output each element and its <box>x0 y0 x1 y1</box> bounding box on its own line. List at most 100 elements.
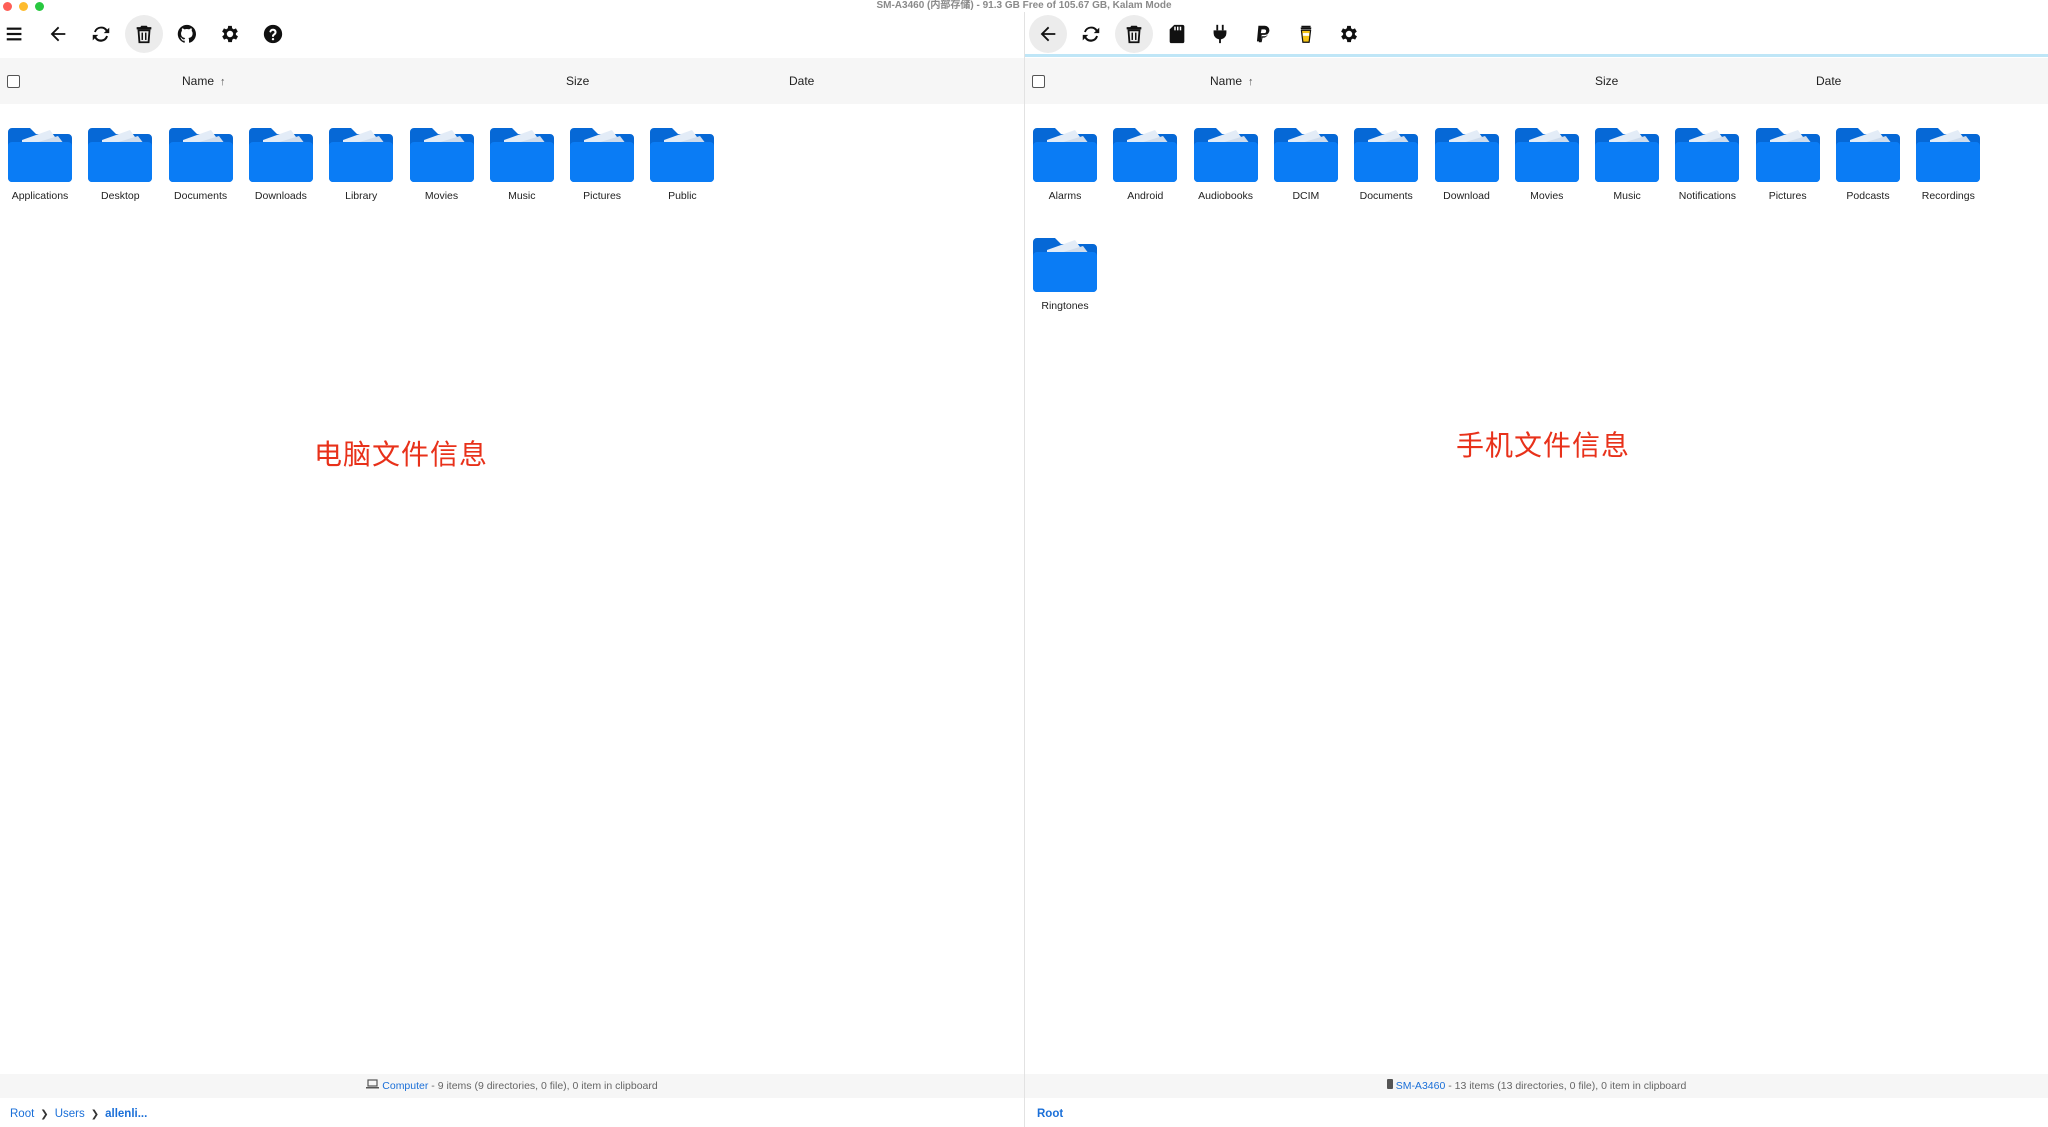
paypal-icon <box>1256 25 1270 43</box>
refresh-button[interactable] <box>1072 15 1110 53</box>
breadcrumb-current[interactable]: allenli... <box>105 1108 147 1120</box>
trash-button[interactable] <box>125 15 163 53</box>
size-column-header[interactable]: Size <box>1595 74 1618 88</box>
name-column-header[interactable]: Name ↑ <box>1210 74 1254 88</box>
folder-name: Public <box>668 190 697 202</box>
back-arrow-icon <box>1040 26 1056 42</box>
minimize-window-button[interactable] <box>19 2 28 11</box>
date-column-header[interactable]: Date <box>1816 74 1841 88</box>
computer-folder-item[interactable]: Pictures <box>562 124 642 202</box>
phone-status-bar: SM-A3460 - 13 items (13 directories, 0 f… <box>1025 1074 2048 1098</box>
computer-folder-item[interactable]: Music <box>482 124 562 202</box>
folder-icon <box>1273 128 1338 182</box>
folder-name: Documents <box>1359 190 1413 202</box>
folder-name: Ringtones <box>1041 300 1089 312</box>
phone-folder-item[interactable]: Podcasts <box>1828 124 1908 202</box>
phone-folder-item[interactable]: Music <box>1587 124 1667 202</box>
loading-progress-bar <box>1025 54 2048 57</box>
size-column-header[interactable]: Size <box>566 74 589 88</box>
phone-pane: Name ↑ Size Date Alarms Android Audiobooks D… <box>1025 12 2048 1127</box>
help-icon <box>263 24 283 44</box>
date-column-header[interactable]: Date <box>789 74 814 88</box>
sort-ascending-icon: ↑ <box>1248 76 1254 88</box>
name-column-header[interactable]: Name ↑ <box>182 74 226 88</box>
folder-icon <box>650 128 715 182</box>
status-device-name[interactable]: Computer <box>382 1080 428 1092</box>
coffee-cup-icon <box>1300 25 1312 43</box>
phone-folder-item[interactable]: Alarms <box>1025 124 1105 202</box>
back-button[interactable] <box>1029 15 1067 53</box>
breadcrumb-chevron-icon: ❯ <box>90 1109 100 1120</box>
folder-icon <box>1916 128 1981 182</box>
phone-folder-item[interactable]: Documents <box>1346 124 1426 202</box>
folder-icon <box>570 128 635 182</box>
folder-name: Documents <box>174 190 228 202</box>
computer-folder-item[interactable]: Movies <box>402 124 482 202</box>
gear-icon <box>222 25 238 43</box>
settings-button[interactable] <box>211 15 249 53</box>
folder-icon <box>489 128 554 182</box>
phone-folder-item[interactable]: DCIM <box>1266 124 1346 202</box>
computer-folder-item[interactable]: Documents <box>161 124 241 202</box>
folder-icon <box>1755 128 1820 182</box>
phone-folder-item[interactable]: Pictures <box>1748 124 1828 202</box>
folder-icon <box>1514 128 1579 182</box>
menu-button[interactable] <box>0 15 34 53</box>
select-all-checkbox[interactable] <box>7 75 20 88</box>
folder-name: Music <box>508 190 536 202</box>
breadcrumb-root[interactable]: Root <box>10 1108 34 1120</box>
folder-icon <box>1595 128 1660 182</box>
back-button[interactable] <box>39 15 77 53</box>
github-button[interactable] <box>168 15 206 53</box>
folder-name: Alarms <box>1048 190 1082 202</box>
maximize-window-button[interactable] <box>35 2 44 11</box>
folder-icon <box>1434 128 1499 182</box>
phone-folder-item[interactable]: Notifications <box>1667 124 1747 202</box>
phone-icon <box>1386 1074 1393 1098</box>
folder-name: Movies <box>1530 190 1564 202</box>
computer-folder-item[interactable]: Library <box>321 124 401 202</box>
folder-icon <box>168 128 233 182</box>
select-all-checkbox[interactable] <box>1032 75 1045 88</box>
connect-button[interactable] <box>1201 15 1239 53</box>
folder-icon <box>1675 128 1740 182</box>
computer-folder-item[interactable]: Downloads <box>241 124 321 202</box>
help-button[interactable] <box>254 15 292 53</box>
phone-folder-item[interactable]: Audiobooks <box>1186 124 1266 202</box>
breadcrumb-root[interactable]: Root <box>1037 1108 1063 1120</box>
folder-name: Podcasts <box>1846 190 1890 202</box>
close-window-button[interactable] <box>3 2 12 11</box>
phone-column-header: Name ↑ Size Date <box>1025 58 2048 104</box>
folder-icon <box>248 128 313 182</box>
trash-icon <box>1126 25 1142 44</box>
computer-status-bar: Computer - 9 items (9 directories, 0 fil… <box>0 1074 1024 1098</box>
folder-icon <box>1033 238 1097 292</box>
sd-card-button[interactable] <box>1158 15 1196 53</box>
computer-folder-item[interactable]: Public <box>642 124 722 202</box>
folder-icon <box>1354 128 1419 182</box>
phone-folder-item[interactable]: Recordings <box>1908 124 1988 202</box>
folder-name: Android <box>1127 190 1164 202</box>
folder-icon <box>1033 128 1097 182</box>
phone-folder-item[interactable]: Movies <box>1507 124 1587 202</box>
buy-coffee-button[interactable] <box>1287 15 1325 53</box>
breadcrumb-users[interactable]: Users <box>55 1108 85 1120</box>
phone-breadcrumb: Root <box>1037 1102 1063 1126</box>
breadcrumb-chevron-icon: ❯ <box>40 1109 49 1120</box>
phone-folder-item[interactable]: Android <box>1105 124 1185 202</box>
settings-button[interactable] <box>1330 15 1368 53</box>
folder-icon <box>1193 128 1258 182</box>
paypal-button[interactable] <box>1244 15 1282 53</box>
status-device-name[interactable]: SM-A3460 <box>1396 1080 1446 1092</box>
trash-button[interactable] <box>1115 15 1153 53</box>
phone-folder-item[interactable]: Download <box>1427 124 1507 202</box>
refresh-icon <box>92 26 110 42</box>
computer-folder-item[interactable]: Applications <box>0 124 80 202</box>
folder-icon <box>1113 128 1178 182</box>
folder-icon <box>329 128 394 182</box>
folder-name: Desktop <box>101 190 140 202</box>
folder-name: Download <box>1443 190 1490 202</box>
refresh-button[interactable] <box>82 15 120 53</box>
computer-folder-item[interactable]: Desktop <box>80 124 160 202</box>
phone-folder-item[interactable]: Ringtones <box>1025 234 1105 312</box>
